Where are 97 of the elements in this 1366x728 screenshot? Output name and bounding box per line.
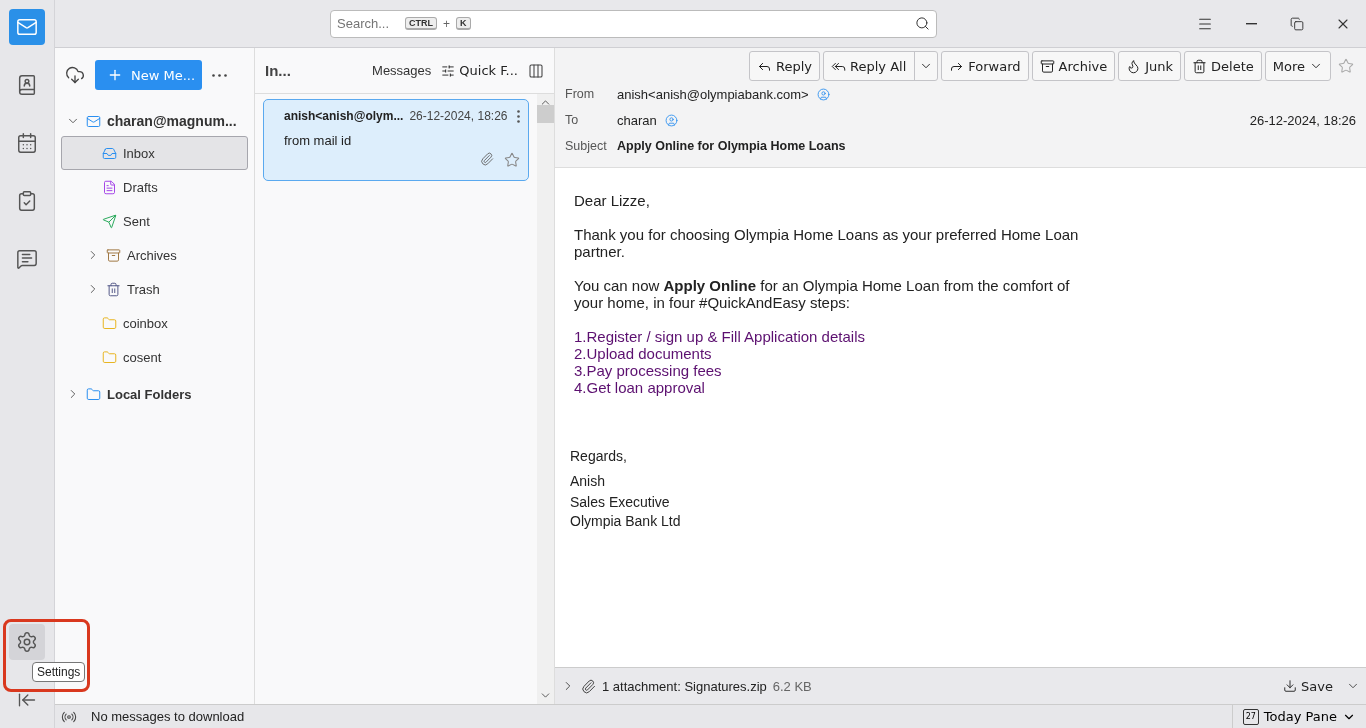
body-paragraph: You can now Apply Online for an Olympia Home Loan from the comfort of your home, in four #QuickAndEasy steps: (574, 277, 1071, 311)
greeting: Dear Lizze, (574, 192, 651, 209)
contact-icon (816, 87, 830, 101)
mail-icon (16, 16, 38, 38)
trash-icon (1192, 58, 1208, 74)
scroll-thumb[interactable] (537, 105, 554, 123)
key-cap: CTRL (405, 17, 437, 30)
message-subject: Apply Online for Olympia Home Loans (617, 139, 846, 153)
calendar-day-icon: 27 (1242, 708, 1259, 725)
settings-icon (16, 631, 38, 653)
signature-line: Regards, (570, 448, 628, 465)
search-field[interactable]: Search... CTRL + K (330, 9, 937, 38)
mail-icon (86, 113, 101, 129)
message-date: 26-12-2024, 18:26 (1249, 112, 1356, 128)
search-icon (915, 16, 930, 31)
calendar-icon (16, 132, 38, 154)
toolbar-button[interactable]: Archive (1031, 51, 1116, 81)
inbox-icon (102, 145, 117, 161)
folder-item[interactable]: Archives (61, 238, 248, 272)
folder-item[interactable]: cosent (61, 340, 248, 374)
paper-plane-icon (102, 213, 117, 229)
step-item: 4.Get loan approval (574, 379, 706, 396)
message-subject: from mail id (284, 133, 353, 148)
folder-item[interactable]: Inbox (61, 136, 248, 170)
settings-tooltip: Settings (32, 662, 86, 682)
view-label: Messages (372, 63, 432, 78)
folder-item[interactable]: Drafts (61, 170, 248, 204)
star-icon (504, 152, 520, 168)
folder-name: Local Folders (107, 386, 192, 402)
folder-icon (86, 386, 101, 402)
folder-item[interactable]: coinbox (61, 306, 248, 340)
key-cap: K (456, 17, 471, 30)
folder-item[interactable]: Trash (61, 272, 248, 306)
account-row[interactable]: charan@magnum... (61, 106, 248, 136)
message-card[interactable]: anish<anish@olym... 26-12-2024, 18:26 from mail id (263, 99, 529, 181)
paperclip-icon (581, 678, 596, 694)
to-label: To (565, 113, 580, 127)
today-pane-button[interactable]: 27 Today Pane (1231, 704, 1366, 728)
save-button[interactable]: Save (1276, 671, 1340, 701)
plus-icon (107, 67, 123, 83)
contact-icon (664, 113, 678, 127)
toolbar-button[interactable]: More (1264, 51, 1331, 81)
restore-icon (1290, 16, 1304, 31)
minimize-icon (1245, 22, 1257, 25)
toolbar-button[interactable]: Junk (1118, 51, 1182, 81)
status-message: No messages to download (91, 709, 245, 724)
star-icon (1338, 58, 1354, 74)
sender-address: anish<anish@olympiabank.com> (617, 86, 809, 102)
attachment-size: 6.2 KB (772, 678, 812, 694)
clipboard-icon (16, 190, 38, 212)
folder-name: cosent (123, 349, 162, 365)
from-label: From (565, 87, 596, 101)
folder-icon (102, 349, 117, 365)
folder-name: Drafts (123, 179, 158, 195)
attachment-summary[interactable]: 1 attachment: Signatures.zip (602, 678, 767, 694)
step-item: 3.Pay processing fees (574, 362, 723, 379)
step-item: 2.Upload documents (574, 345, 713, 362)
body-paragraph: Thank you for choosing Olympia Home Loans as your preferred Home Loan partner. (574, 226, 1080, 260)
archive-box-icon (106, 247, 121, 263)
quick-filter-button[interactable]: Quick F... (441, 55, 518, 86)
columns-icon (528, 62, 544, 79)
paperclip-icon (480, 152, 494, 166)
signature-line: Olympia Bank Ltd (570, 513, 682, 530)
toolbar-button[interactable]: Reply (749, 51, 820, 81)
folder-item[interactable]: Sent (61, 204, 248, 238)
recipient-name: charan (617, 112, 657, 128)
archive-box-icon (1039, 58, 1055, 74)
mail-space-button[interactable] (9, 9, 45, 45)
folder-name: Archives (127, 247, 177, 263)
step-item: 1.Register / sign up & Fill Application details (574, 328, 866, 345)
more-icon (212, 73, 227, 77)
local-folders-row[interactable]: Local Folders (61, 374, 248, 414)
signature-line: Anish (570, 473, 607, 490)
signature-line: Sales Executive (570, 494, 671, 511)
message-sender: anish<anish@olym... (284, 109, 404, 123)
sliders-icon (441, 63, 456, 78)
folder-icon (102, 315, 117, 331)
settings-button[interactable] (9, 624, 45, 660)
folder-name: Inbox (123, 145, 155, 161)
chat-icon (16, 248, 38, 270)
folder-name: Trash (127, 281, 160, 297)
folder-title: In... (265, 62, 291, 79)
cloud-download-icon (65, 65, 85, 85)
subject-label: Subject (565, 139, 608, 153)
account-name: charan@magnum... (107, 113, 237, 129)
toolbar-button[interactable]: Forward (941, 51, 1029, 81)
document-icon (102, 179, 117, 195)
toolbar-button[interactable]: Delete (1184, 51, 1262, 81)
message-date: 26-12-2024, 18:26 (409, 109, 508, 123)
plus-sign: + (443, 16, 450, 31)
toolbar-button[interactable]: Reply All (823, 51, 939, 81)
trash-icon (106, 281, 121, 297)
more-icon (517, 109, 520, 123)
folder-name: coinbox (123, 315, 168, 331)
address-book-icon (16, 74, 38, 96)
download-icon (1283, 679, 1298, 693)
folder-name: Sent (123, 213, 150, 229)
